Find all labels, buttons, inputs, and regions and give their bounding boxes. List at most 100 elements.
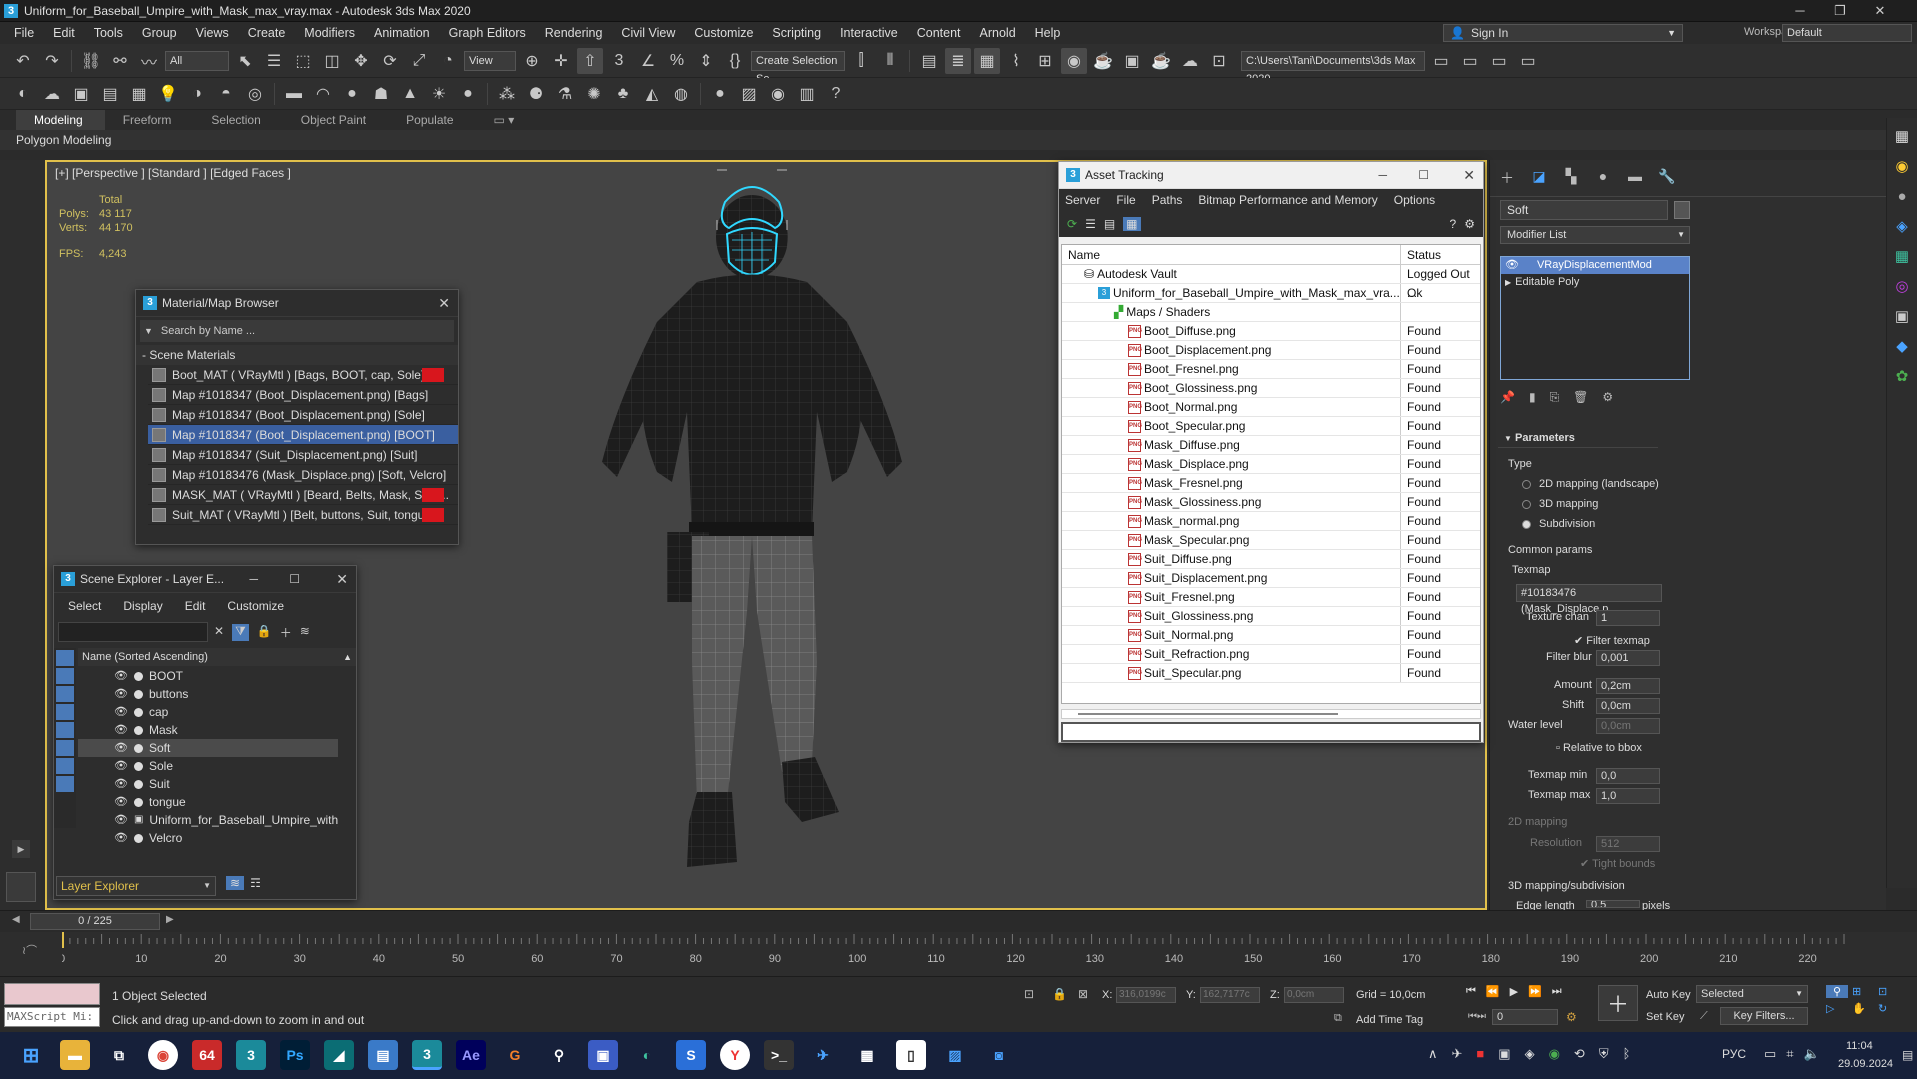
material-search-box[interactable]: ▼ Search by Name ... [140,320,454,342]
scale-icon[interactable]: ⤢ [406,48,432,74]
material-browser-titlebar[interactable]: 3 Material/Map Browser ✕ [136,290,458,317]
asset-row[interactable]: PNG Suit_Displacement.png Found [1062,569,1480,588]
isolate-selection-icon[interactable]: ⊡ [1024,987,1034,1001]
asset-row[interactable]: ⛁ Autodesk Vault Logged Out ... [1062,265,1480,300]
rendered-frame-window-icon[interactable]: ▣ [1119,48,1145,74]
asset-row[interactable]: PNG Suit_Diffuse.png Found [1062,550,1480,569]
create-tab-icon[interactable]: ＋ [1496,168,1518,188]
monitor-icon[interactable]: ▭ [1764,1046,1776,1062]
layers-icon[interactable]: ≋ [300,624,310,641]
current-frame-marker[interactable] [62,932,64,948]
edge-length-spinner[interactable]: 0,5 [1586,900,1640,908]
input-language[interactable]: РУС [1722,1047,1746,1061]
texture-chan-spinner[interactable]: 1 [1596,610,1660,626]
max-launcher-icon[interactable]: ◢ [324,1040,354,1070]
maxscript-listener-pink[interactable] [4,983,100,1005]
sixtyfour-icon[interactable]: 64 [192,1040,222,1070]
explorer-type-select[interactable]: Layer Explorer ▼ [56,876,216,896]
vray-decal-icon[interactable]: ✺ [581,81,607,107]
eye-icon[interactable]: 👁 [114,667,128,685]
orbit-icon[interactable]: ↻ [1878,1002,1900,1015]
go-to-start-icon[interactable]: ⏮ [1466,985,1476,998]
clock-time[interactable]: 11:04 [1846,1040,1873,1052]
display-geometry-icon[interactable] [56,668,74,684]
schematic-view-icon[interactable]: ⊞ [1032,48,1058,74]
water-level-spinner[interactable]: 0,0cm [1596,718,1660,734]
minimize-icon[interactable]: ─ [1378,162,1387,189]
display-lights-icon[interactable] [56,686,74,702]
rect-selection-icon[interactable]: ⬚ [290,48,316,74]
vray-sky-icon[interactable]: ● [455,81,481,107]
project-path-select[interactable]: C:\Users\Tani\Documents\3ds Max 2020 [1241,50,1425,85]
file-explorer-icon[interactable]: ▬ [60,1040,90,1070]
edge-icon[interactable]: ◐ [632,1040,662,1070]
asset-row[interactable]: PNG Boot_Glossiness.png Found [1062,379,1480,398]
rotate-icon[interactable]: ⟳ [377,48,403,74]
name-column-header[interactable]: Name [1062,245,1400,264]
close-icon[interactable]: ✕ [1860,0,1900,22]
vray-logo-icon[interactable]: ◐ [10,81,36,107]
layer-row[interactable]: 👁 Mask [78,721,338,739]
vray-sphere-icon[interactable]: ● [339,81,365,107]
modifier-list-select[interactable]: Modifier List ▼ [1500,226,1690,244]
add-layer-icon[interactable]: ＋ [280,624,292,641]
y-coordinate-field[interactable]: 162,7177c [1200,987,1260,1003]
vray-hdri-icon[interactable]: ◭ [639,81,665,107]
add-time-tag[interactable]: Add Time Tag [1356,1014,1423,1026]
vray-instancer-icon[interactable]: ⚈ [523,81,549,107]
disk-app-icon[interactable]: ▣ [588,1040,618,1070]
asset-row[interactable]: PNG Mask_Fresnel.png Found [1062,474,1480,493]
close-icon[interactable]: ✕ [336,566,348,593]
tray-chevron-up-icon[interactable]: ∧ [1428,1046,1438,1062]
relative-bbox-checkbox[interactable]: ▫ Relative to bbox [1556,742,1642,754]
stack-item-vraydisplacement[interactable]: 👁 VRayDisplacementMod [1501,257,1689,274]
menu-group[interactable]: Group [134,26,188,40]
hierarchy-tab-icon[interactable]: ▚ [1560,168,1582,188]
named-selection-set-select[interactable]: Create Selection Se [751,50,845,85]
asset-row[interactable]: 3 Uniform_for_Baseball_Umpire_with_Mask_m… [1062,284,1480,303]
search-app-icon[interactable]: ⚲ [544,1040,574,1070]
asset-row[interactable]: PNG Suit_Fresnel.png Found [1062,588,1480,607]
asset-row[interactable]: PNG Boot_Displacement.png Found [1062,341,1480,360]
material-search-input[interactable]: Search by Name ... [161,325,255,337]
pin-stack-icon[interactable]: 📌 [1500,390,1515,405]
vray-light-icon[interactable]: 💡 [155,81,181,107]
select-manipulate-icon[interactable]: ✛ [548,48,574,74]
layer-explorer-icon[interactable]: ≋ [226,876,245,890]
menu-rendering[interactable]: Rendering [537,26,614,40]
menu-tools[interactable]: Tools [86,26,134,40]
object-color-swatch[interactable] [1674,201,1690,219]
layer-row[interactable]: 👁 Velcro [78,829,338,847]
tray-bluetooth-icon[interactable]: ᛒ [1623,1046,1631,1062]
status-column-header[interactable]: Status [1400,245,1480,264]
filter-icon[interactable]: ⧩ [232,624,249,641]
modify-tab-icon[interactable]: ◪ [1528,168,1550,188]
vray-proxy-icon[interactable]: ⁂ [494,81,520,107]
maximize-icon[interactable]: ❐ [1820,0,1860,22]
texmap-button[interactable]: #10183476 (Mask_Displace.p [1516,584,1662,615]
menu-views[interactable]: Views [188,26,240,40]
refresh-icon[interactable]: ⟳ [1067,217,1077,231]
menu-customize[interactable]: Customize [227,599,284,613]
windows-start-icon[interactable]: ⊞ [16,1040,46,1070]
layer-row[interactable]: 👁 Soft [78,739,338,757]
viewport-label[interactable]: [+] [Perspective ] [Standard ] [Edged Fa… [55,166,291,180]
scene-materials-group[interactable]: - Scene Materials [136,345,458,365]
vray-ies-icon[interactable]: ◑ [184,81,210,107]
display-xrefs-icon[interactable] [56,776,74,792]
material-item[interactable]: MASK_MAT ( VRayMtl ) [Beard, Belts, Mask… [148,485,458,505]
resolution-spinner[interactable]: 512 [1596,836,1660,852]
display-tab-icon[interactable]: ▬ [1624,168,1646,188]
material-item[interactable]: Map #1018347 (Boot_Displacement.png) [BO… [148,425,458,445]
tray-app-icon[interactable]: ▣ [1498,1046,1510,1062]
eye-icon[interactable]: 👁 [114,685,128,703]
asset-row[interactable]: PNG Mask_Specular.png Found [1062,531,1480,550]
after-effects-icon[interactable]: Ae [456,1040,486,1070]
key-mode-toggle-icon[interactable]: ⟋ [1700,1010,1708,1023]
terminal-icon[interactable]: >_ [764,1040,794,1070]
maxscript-mini-listener[interactable]: MAXScript Mi: [4,1007,100,1027]
tab-object-paint[interactable]: Object Paint [283,110,388,130]
tab-freeform[interactable]: Freeform [105,110,194,130]
asset-row[interactable]: PNG Mask_Displace.png Found [1062,455,1480,474]
menu-arnold[interactable]: Arnold [972,26,1027,40]
